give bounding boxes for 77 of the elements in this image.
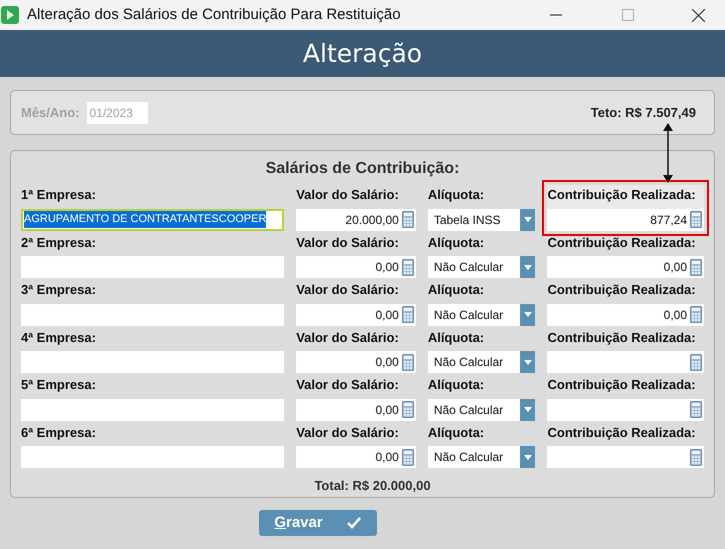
salary-field[interactable]: 20.000,00 xyxy=(296,208,416,230)
dropdown-button[interactable] xyxy=(520,351,536,373)
salary-label: Valor do Salário: xyxy=(296,281,400,299)
company-field[interactable] xyxy=(21,256,284,278)
rate-label: Alíquota: xyxy=(428,234,486,252)
rate-label: Alíquota: xyxy=(428,186,486,204)
company-label: 2ª Empresa: xyxy=(21,234,97,252)
calculator-icon[interactable] xyxy=(402,401,414,418)
salary-label: Valor do Salário: xyxy=(296,328,400,346)
dropdown-button[interactable] xyxy=(520,256,536,278)
calculator-icon[interactable] xyxy=(690,401,702,418)
contribution-field[interactable]: 877,24 xyxy=(547,208,704,230)
contribution-label: Contribuição Realizada: xyxy=(547,376,697,394)
salary-label: Valor do Salário: xyxy=(296,186,400,204)
calculator-icon[interactable] xyxy=(690,354,702,370)
company-field[interactable] xyxy=(21,446,284,468)
calculator-icon[interactable] xyxy=(402,211,414,228)
caret-icon xyxy=(524,407,532,412)
calculator-icon[interactable] xyxy=(690,306,702,323)
company-field[interactable] xyxy=(21,398,284,420)
contribution-field[interactable] xyxy=(547,351,704,373)
calculator-icon[interactable] xyxy=(690,448,702,466)
company-field[interactable] xyxy=(21,351,284,373)
contribution-label: Contribuição Realizada: xyxy=(547,281,697,299)
company-field[interactable]: AGRUPAMENTO DE CONTRATANTESCOOPER xyxy=(21,208,284,230)
window-title: Alteração dos Salários de Contribuição Para Restituição xyxy=(27,4,401,25)
salary-field[interactable]: 0,00 xyxy=(296,351,416,373)
contribution-field[interactable] xyxy=(547,398,704,420)
salary-label: Valor do Salário: xyxy=(296,234,400,252)
contribution-label: Contribuição Realizada: xyxy=(547,328,697,347)
salary-field[interactable]: 0,00 xyxy=(296,256,416,278)
dropdown-button[interactable] xyxy=(520,208,536,230)
caret-icon xyxy=(524,264,532,270)
contribution-field[interactable]: 0,00 xyxy=(547,256,704,278)
maximize-icon[interactable] xyxy=(622,9,634,21)
company-field[interactable] xyxy=(21,304,284,326)
calculator-icon[interactable] xyxy=(402,258,414,276)
company-label: 1ª Empresa: xyxy=(21,186,97,204)
dropdown-button[interactable] xyxy=(520,446,536,468)
contribution-label: Contribuição Realizada: xyxy=(547,234,697,252)
salary-field[interactable]: 0,00 xyxy=(296,398,416,420)
page-title: Alteração xyxy=(302,38,422,70)
close-icon[interactable] xyxy=(692,8,705,22)
rate-label: Alíquota: xyxy=(428,424,486,442)
section-title: Salários de Contribuição: xyxy=(266,159,460,179)
caret-icon xyxy=(524,360,532,364)
company-name: AGRUPAMENTO DE CONTRATANTESCOOPER xyxy=(24,211,266,228)
calculator-icon[interactable] xyxy=(402,354,414,370)
calculator-icon[interactable] xyxy=(402,448,414,466)
calculator-icon[interactable] xyxy=(402,306,414,323)
contribution-label: Contribuição Realizada: xyxy=(547,186,697,204)
checkmark-icon xyxy=(346,517,361,529)
total-amount: Total: R$ 20.000,00 xyxy=(314,477,431,495)
calculator-icon[interactable] xyxy=(690,211,702,228)
caret-icon xyxy=(524,217,532,222)
salary-label: Valor do Salário: xyxy=(296,424,400,442)
caret-icon xyxy=(524,312,532,317)
rate-label: Alíquota: xyxy=(428,328,486,347)
contribution-field[interactable]: 0,00 xyxy=(547,304,704,326)
company-label: 3ª Empresa: xyxy=(21,281,97,299)
dropdown-button[interactable] xyxy=(520,304,536,326)
company-label: 4ª Empresa: xyxy=(21,328,97,347)
salary-label: Valor do Salário: xyxy=(296,376,400,394)
calculator-icon[interactable] xyxy=(690,258,702,276)
contribution-field[interactable] xyxy=(547,446,704,468)
salary-field[interactable]: 0,00 xyxy=(296,446,416,468)
rate-label: Alíquota: xyxy=(428,376,486,394)
contribution-label: Contribuição Realizada: xyxy=(547,424,697,442)
company-label: 5ª Empresa: xyxy=(21,376,97,394)
double-arrow xyxy=(661,123,675,183)
salary-field[interactable]: 0,00 xyxy=(296,304,416,326)
caret-icon xyxy=(524,454,532,460)
company-label: 6ª Empresa: xyxy=(21,424,97,442)
dropdown-button[interactable] xyxy=(520,398,536,420)
ceiling-amount: Teto: R$ 7.507,49 xyxy=(590,104,696,122)
month-year-label: Mês/Ano: xyxy=(21,104,80,122)
rate-label: Alíquota: xyxy=(428,281,486,299)
